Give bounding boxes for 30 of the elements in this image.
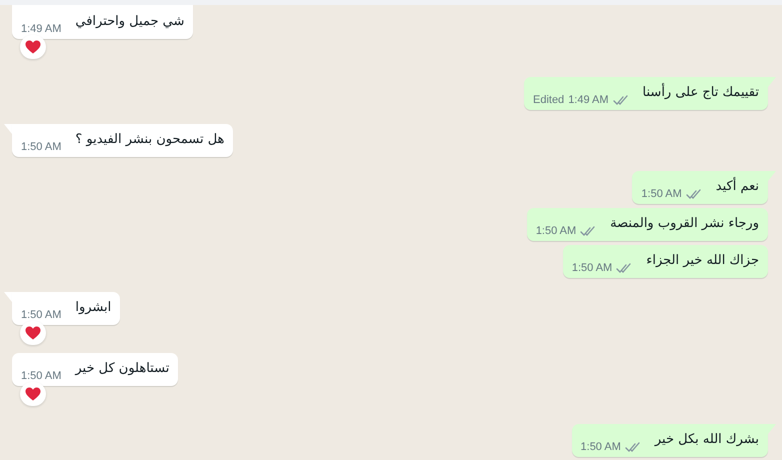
message-text: تستاهلون كل خير [75, 360, 170, 378]
double-check-icon [686, 188, 702, 200]
double-check-icon [580, 226, 596, 236]
message-text: شي جميل واحترافي [75, 13, 184, 31]
heart-icon [25, 387, 41, 401]
heart-icon [25, 326, 41, 340]
message-text: بشرك الله بكل خير [654, 431, 759, 449]
message-time: 1:50 AM [580, 441, 621, 453]
double-check-icon [612, 94, 629, 106]
heart-reaction[interactable] [20, 382, 46, 406]
edited-label: Edited [532, 94, 564, 106]
message-text: هل تسمحون بنشر الفيديو ؟ [75, 131, 224, 149]
message-time: 1:50 AM [21, 309, 62, 321]
message-text: ابشروا [75, 299, 112, 317]
heart-reaction[interactable] [20, 35, 46, 59]
message-time: 1:50 AM [536, 225, 576, 237]
message-text: تقييمك تاج على رأسنا [642, 83, 759, 102]
message-time: 1:50 AM [572, 262, 612, 274]
double-check-icon [616, 262, 632, 274]
double-check-icon [624, 442, 641, 452]
message-time: 1:49 AM [21, 23, 62, 35]
message-text: جزاك الله خير الجزاء [646, 252, 759, 270]
message-text: نعم أكيد [716, 177, 759, 196]
message-text: ورجاء نشر القروب والمنصة [610, 215, 759, 233]
message-time: 1:50 AM [641, 188, 682, 200]
heart-reaction[interactable] [20, 321, 46, 345]
message-time: 1:49 AM [568, 94, 609, 106]
message-time: 1:50 AM [21, 370, 62, 382]
message-time: 1:50 AM [21, 141, 62, 153]
heart-icon [25, 40, 41, 54]
